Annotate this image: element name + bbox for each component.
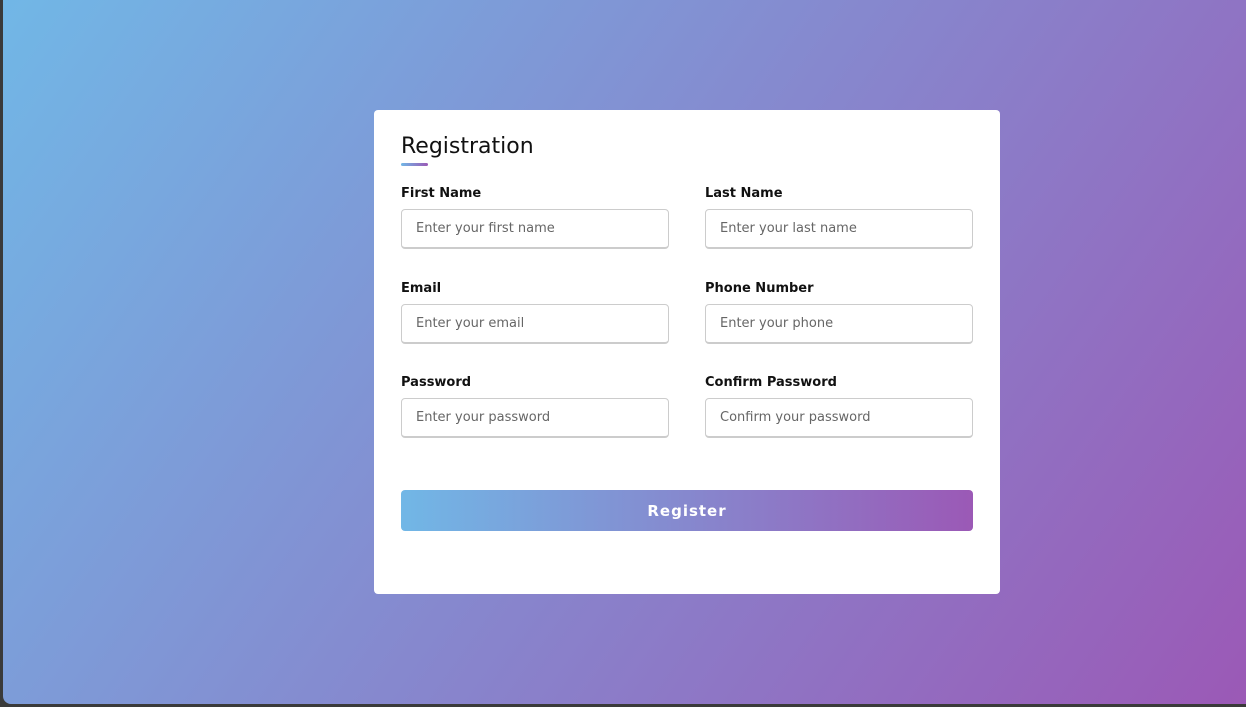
password-input[interactable] <box>401 398 669 438</box>
email-label: Email <box>401 281 442 296</box>
email-input[interactable] <box>401 304 669 344</box>
last-name-input[interactable] <box>705 209 973 249</box>
registration-card: Registration First Name Last Name Email … <box>374 110 1000 594</box>
first-name-label: First Name <box>401 186 482 201</box>
phone-input[interactable] <box>705 304 973 344</box>
confirm-password-group: Confirm Password <box>705 375 973 438</box>
confirm-password-input[interactable] <box>705 398 973 438</box>
email-group: Email <box>401 281 669 344</box>
register-button[interactable]: Register <box>401 490 973 531</box>
password-label: Password <box>401 375 472 390</box>
last-name-label: Last Name <box>705 186 783 201</box>
phone-group: Phone Number <box>705 281 973 344</box>
last-name-group: Last Name <box>705 186 973 249</box>
phone-label: Phone Number <box>705 281 814 296</box>
title-underline <box>401 163 428 166</box>
password-group: Password <box>401 375 669 438</box>
first-name-group: First Name <box>401 186 669 249</box>
form-title: Registration <box>401 134 534 159</box>
first-name-input[interactable] <box>401 209 669 249</box>
confirm-password-label: Confirm Password <box>705 375 837 390</box>
